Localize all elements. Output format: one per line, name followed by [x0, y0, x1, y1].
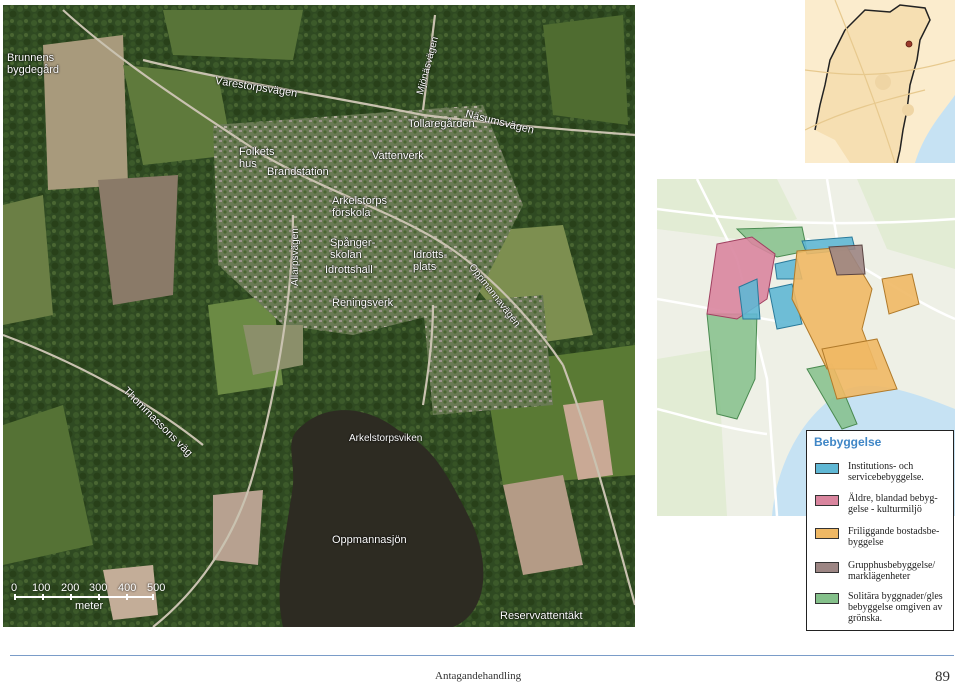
legend-swatch — [815, 463, 839, 474]
label-tollaregarden: Tollaregården — [408, 118, 475, 130]
legend-item-solitara: Solitära byggnader/gles bebyggelse omgiv… — [815, 591, 951, 627]
footer-divider — [10, 655, 954, 656]
legend-item-label: Grupphusbebyggelse/ marklägenheter — [848, 560, 936, 582]
scale-tick — [126, 594, 128, 600]
label-reningsverk: Reningsverk — [332, 297, 394, 309]
scale-tick — [42, 594, 44, 600]
legend-item-kulturmiljo: Äldre, blandad bebyg-gelse - kulturmiljö — [815, 493, 951, 517]
aerial-photo-map[interactable]: Brunnens bygdegård Värestorpsvägen Mjönä… — [3, 5, 635, 627]
label-vattenverk: Vattenverk — [372, 150, 424, 162]
label-arkelstorps-forskola: Arkelstorps förskola — [332, 195, 388, 219]
label-allarpsvagen: Allarpsvägen — [290, 228, 301, 286]
label-oppmannasjon: Oppmannasjön — [332, 534, 407, 546]
scale-unit-label: meter — [75, 600, 104, 612]
location-marker-icon — [905, 40, 913, 48]
legend-item-label: Friliggande bostadsbe-byggelse — [848, 526, 940, 548]
scale-tick — [70, 594, 72, 600]
scale-tick-label: 300 — [89, 582, 108, 594]
label-brandstation: Brandstation — [267, 166, 329, 178]
label-idrottsplats: Idrotts- plats — [413, 249, 448, 273]
page-number: 89 — [935, 669, 950, 685]
legend-item-institutions: Institutions- och servicebebyggelse. — [815, 461, 951, 485]
legend-swatch — [815, 593, 839, 604]
label-spangerskolan: Spånger- skolan — [330, 237, 376, 261]
legend-item-grupphus: Grupphusbebyggelse/ marklägenheter — [815, 560, 951, 584]
legend-swatch — [815, 562, 839, 573]
legend-swatch — [815, 495, 839, 506]
scale-tick-label: 200 — [61, 582, 80, 594]
scale-bar: 0 100 200 300 400 500 meter — [9, 582, 169, 612]
scale-tick-label: 500 — [147, 582, 166, 594]
legend-swatch — [815, 528, 839, 539]
label-arkelstorpsviken: Arkelstorpsviken — [349, 433, 423, 444]
label-brunnens-bygdegard: Brunnens bygdegård — [7, 52, 59, 76]
legend-title: Bebyggelse — [814, 435, 882, 449]
footer-label: Antagandehandling — [435, 670, 522, 682]
overview-map-graphic — [805, 0, 955, 163]
scale-tick — [14, 594, 16, 600]
label-reservvattentakt: Reservvattentäkt — [500, 610, 583, 622]
legend-item-friliggande: Friliggande bostadsbe-byggelse — [815, 526, 951, 550]
scale-line — [14, 596, 154, 598]
scale-tick-label: 400 — [118, 582, 137, 594]
legend-item-label: Äldre, blandad bebyg-gelse - kulturmiljö — [848, 493, 938, 515]
map-legend: Bebyggelse Institutions- och servicebeby… — [806, 430, 954, 631]
scale-tick — [152, 594, 154, 600]
legend-item-label: Solitära byggnader/gles bebyggelse omgiv… — [848, 591, 943, 624]
aerial-photo — [3, 5, 635, 627]
legend-item-label: Institutions- och servicebebyggelse. — [848, 461, 924, 483]
label-idrottshall: Idrottshall — [325, 264, 373, 276]
overview-map — [805, 0, 955, 163]
scale-tick-label: 0 — [11, 582, 18, 594]
scale-tick-label: 100 — [32, 582, 51, 594]
